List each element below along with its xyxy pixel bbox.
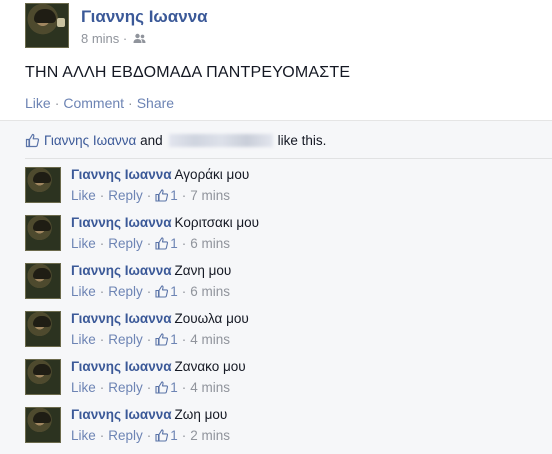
- divider: [25, 158, 552, 159]
- comment-avatar[interactable]: [25, 407, 61, 443]
- likes-suffix: like this.: [277, 133, 327, 148]
- comment-text: Αγοράκι μου: [174, 167, 250, 182]
- post-meta: 8 mins ·: [81, 31, 146, 46]
- comment-reply-button[interactable]: Reply: [108, 188, 143, 203]
- comment-reply-button[interactable]: Reply: [108, 428, 143, 443]
- post-header: Γιαννης Ιωαννα 8 mins ·: [25, 3, 545, 51]
- like-button[interactable]: Like: [25, 95, 51, 111]
- thumbs-up-icon[interactable]: [155, 285, 169, 298]
- comment-like-count[interactable]: 1: [170, 188, 178, 203]
- comment-separator: ·: [181, 428, 187, 443]
- comment-timestamp[interactable]: 6 mins: [190, 284, 230, 299]
- comment-text: Ζωη μου: [174, 407, 228, 422]
- comment: Γιαννης Ιωαννα Ζανη μου Like · Reply · 1 · 6 mi…: [25, 259, 545, 303]
- comment-separator: ·: [99, 332, 105, 347]
- comment-separator: ·: [146, 332, 152, 347]
- comment-separator: ·: [181, 188, 187, 203]
- comment-text: Ζανακο μου: [174, 359, 246, 374]
- comments-section: Γιαννης Ιωαννα and like this. Γιαννης Ιωα…: [0, 120, 552, 454]
- comment-timestamp[interactable]: 7 mins: [190, 188, 230, 203]
- thumbs-up-icon[interactable]: [155, 189, 169, 202]
- comment-separator: ·: [99, 236, 105, 251]
- comment: Γιαννης Ιωαννα Ζωη μου Like · Reply · 1 · 2 min…: [25, 403, 545, 447]
- comment-author[interactable]: Γιαννης Ιωαννα: [71, 407, 172, 422]
- post-author-name[interactable]: Γιαννης Ιωαννα: [81, 7, 208, 27]
- post-timestamp[interactable]: 8 mins: [81, 31, 119, 46]
- thumbs-up-icon[interactable]: [155, 429, 169, 442]
- comment-like-count[interactable]: 1: [170, 332, 178, 347]
- comment-like-button[interactable]: Like: [71, 428, 96, 443]
- blurred-liker-name: [168, 134, 273, 147]
- comment-separator: ·: [146, 380, 152, 395]
- comment-timestamp[interactable]: 4 mins: [190, 380, 230, 395]
- comment-separator: ·: [146, 188, 152, 203]
- comment-reply-button[interactable]: Reply: [108, 380, 143, 395]
- comment-avatar[interactable]: [25, 167, 61, 203]
- comment-separator: ·: [146, 284, 152, 299]
- comment-separator: ·: [146, 236, 152, 251]
- comment-like-button[interactable]: Like: [71, 380, 96, 395]
- comment-reply-button[interactable]: Reply: [108, 332, 143, 347]
- post-actions: Like · Comment · Share: [25, 95, 174, 111]
- comment-separator: ·: [181, 332, 187, 347]
- thumbs-up-icon[interactable]: [155, 237, 169, 250]
- comment-separator: ·: [99, 380, 105, 395]
- comment-avatar[interactable]: [25, 263, 61, 299]
- author-avatar[interactable]: [25, 3, 69, 48]
- comment-button[interactable]: Comment: [63, 95, 124, 111]
- comment-timestamp[interactable]: 6 mins: [190, 236, 230, 251]
- action-separator: ·: [128, 95, 133, 111]
- action-separator: ·: [54, 95, 60, 111]
- comment-like-button[interactable]: Like: [71, 332, 96, 347]
- comment-author[interactable]: Γιαννης Ιωαννα: [71, 167, 172, 182]
- meta-separator: ·: [122, 31, 128, 46]
- comment-like-count[interactable]: 1: [170, 428, 178, 443]
- comment: Γιαννης Ιωαννα Κοριτσακι μου Like · Reply · 1…: [25, 211, 545, 255]
- post-text: ΤΗΝ ΑΛΛΗ ΕΒΔΟΜΑΔΑ ΠΑΝΤΡΕΥΟΜΑΣΤΕ: [25, 64, 351, 81]
- thumbs-up-icon[interactable]: [155, 333, 169, 346]
- comment-reply-button[interactable]: Reply: [108, 236, 143, 251]
- comment-separator: ·: [99, 188, 105, 203]
- comment: Γιαννης Ιωαννα Ζουωλα μου Like · Reply · 1 · 4 …: [25, 307, 545, 351]
- thumbs-up-icon: [25, 133, 40, 148]
- comment-like-button[interactable]: Like: [71, 188, 96, 203]
- comment-author[interactable]: Γιαννης Ιωαννα: [71, 263, 172, 278]
- comment-separator: ·: [99, 284, 105, 299]
- share-button[interactable]: Share: [137, 95, 174, 111]
- comment-text: Κοριτσακι μου: [174, 215, 260, 230]
- comment-separator: ·: [146, 428, 152, 443]
- likes-and: and: [140, 133, 163, 148]
- comment-reply-button[interactable]: Reply: [108, 284, 143, 299]
- liker-name[interactable]: Γιαννης Ιωαννα: [44, 133, 136, 148]
- friends-icon[interactable]: [133, 33, 146, 44]
- comment-text: Ζανη μου: [174, 263, 232, 278]
- comment-author[interactable]: Γιαννης Ιωαννα: [71, 359, 172, 374]
- comment-avatar[interactable]: [25, 311, 61, 347]
- comment-author[interactable]: Γιαννης Ιωαννα: [71, 311, 172, 326]
- comment: Γιαννης Ιωαννα Ζανακο μου Like · Reply · 1 · 4 …: [25, 355, 545, 399]
- comment-separator: ·: [181, 284, 187, 299]
- comment-like-button[interactable]: Like: [71, 236, 96, 251]
- comment-text: Ζουωλα μου: [174, 311, 249, 326]
- comment-author[interactable]: Γιαννης Ιωαννα: [71, 215, 172, 230]
- comment-like-count[interactable]: 1: [170, 380, 178, 395]
- thumbs-up-icon[interactable]: [155, 381, 169, 394]
- comment-separator: ·: [181, 380, 187, 395]
- likes-summary: Γιαννης Ιωαννα and like this.: [25, 133, 326, 148]
- comment-like-count[interactable]: 1: [170, 284, 178, 299]
- comment-timestamp[interactable]: 2 mins: [190, 428, 230, 443]
- comment-like-button[interactable]: Like: [71, 284, 96, 299]
- comment-avatar[interactable]: [25, 359, 61, 395]
- comment-separator: ·: [99, 428, 105, 443]
- comment: Γιαννης Ιωαννα Αγοράκι μου Like · Reply · 1 · 7…: [25, 163, 545, 207]
- comment-like-count[interactable]: 1: [170, 236, 178, 251]
- comment-timestamp[interactable]: 4 mins: [190, 332, 230, 347]
- comment-avatar[interactable]: [25, 215, 61, 251]
- comment-separator: ·: [181, 236, 187, 251]
